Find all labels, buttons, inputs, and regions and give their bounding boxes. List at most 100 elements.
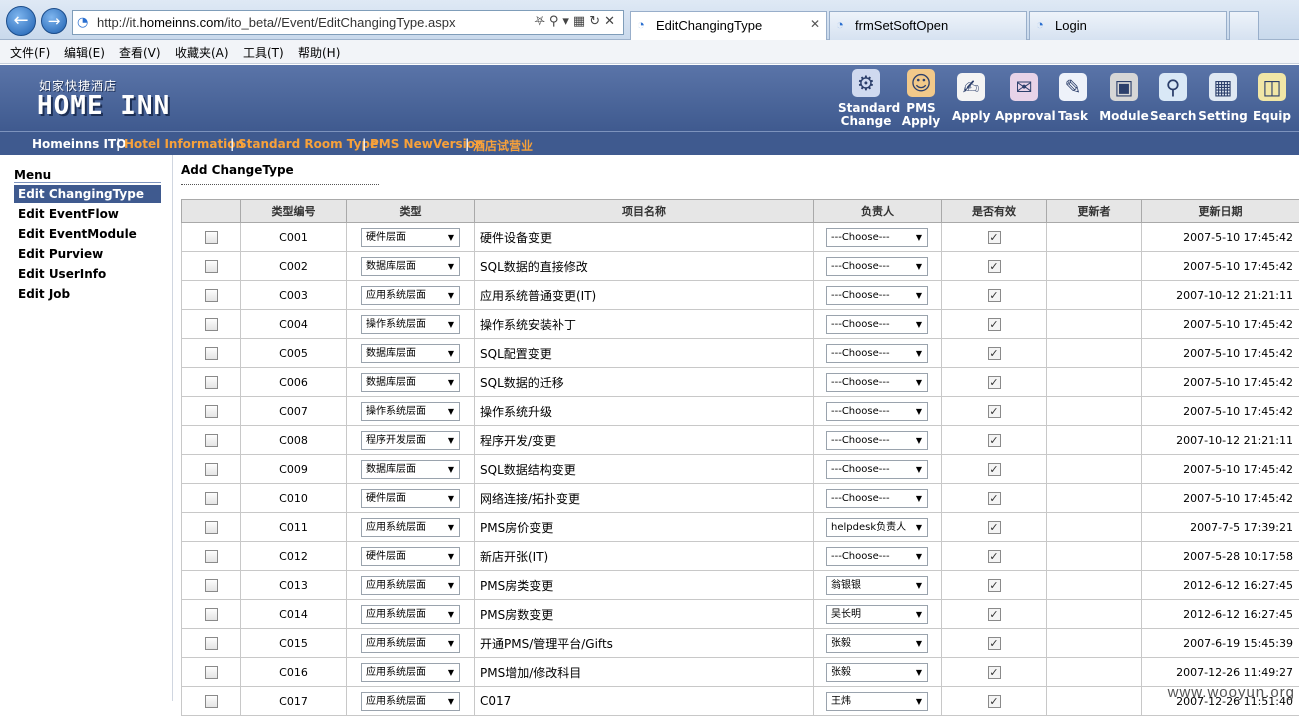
nav-equip[interactable]: ◫Equip [1251, 69, 1293, 131]
back-arrow-icon[interactable]: ← [6, 6, 36, 36]
owner-select[interactable]: 吴长明▼ [826, 605, 928, 624]
valid-checkbox[interactable]: ✓ [988, 376, 1001, 389]
sidebar-item[interactable]: Edit Job [14, 285, 161, 303]
type-select[interactable]: 应用系统层面▼ [361, 634, 460, 653]
row-select-checkbox[interactable] [205, 347, 218, 360]
valid-checkbox[interactable]: ✓ [988, 347, 1001, 360]
nav-apply[interactable]: ✍Apply [952, 69, 990, 131]
row-select-checkbox[interactable] [205, 608, 218, 621]
owner-select[interactable]: ---Choose---▼ [826, 257, 928, 276]
valid-checkbox[interactable]: ✓ [988, 579, 1001, 592]
menu-view[interactable]: 查看(V) [119, 44, 161, 61]
sidebar-item[interactable]: Edit EventFlow [14, 205, 161, 223]
type-select[interactable]: 应用系统层面▼ [361, 576, 460, 595]
valid-checkbox[interactable]: ✓ [988, 608, 1001, 621]
owner-select[interactable]: 张毅▼ [826, 663, 928, 682]
sidebar-item[interactable]: Edit Purview [14, 245, 161, 263]
forward-arrow-icon[interactable]: → [41, 8, 67, 34]
type-select[interactable]: 数据库层面▼ [361, 460, 460, 479]
type-select[interactable]: 硬件层面▼ [361, 547, 460, 566]
row-select-checkbox[interactable] [205, 405, 218, 418]
type-select[interactable]: 操作系统层面▼ [361, 315, 460, 334]
row-select-checkbox[interactable] [205, 376, 218, 389]
owner-select[interactable]: ---Choose---▼ [826, 344, 928, 363]
owner-select[interactable]: ---Choose---▼ [826, 431, 928, 450]
row-select-checkbox[interactable] [205, 492, 218, 505]
valid-checkbox[interactable]: ✓ [988, 318, 1001, 331]
owner-select[interactable]: ---Choose---▼ [826, 286, 928, 305]
type-select[interactable]: 程序开发层面▼ [361, 431, 460, 450]
menu-tools[interactable]: 工具(T) [243, 44, 284, 61]
menu-help[interactable]: 帮助(H) [298, 44, 340, 61]
valid-checkbox[interactable]: ✓ [988, 666, 1001, 679]
row-select-checkbox[interactable] [205, 434, 218, 447]
owner-select[interactable]: ---Choose---▼ [826, 547, 928, 566]
new-tab-button[interactable] [1229, 11, 1259, 40]
valid-checkbox[interactable]: ✓ [988, 521, 1001, 534]
menu-edit[interactable]: 编辑(E) [64, 44, 105, 61]
valid-checkbox[interactable]: ✓ [988, 434, 1001, 447]
row-select-checkbox[interactable] [205, 231, 218, 244]
row-select-checkbox[interactable] [205, 637, 218, 650]
nav-search[interactable]: ⚲Search [1150, 69, 1196, 131]
sidebar-item[interactable]: Edit EventModule [14, 225, 161, 243]
owner-select[interactable]: 翁银银▼ [826, 576, 928, 595]
homeinn-logo[interactable]: 如家快捷酒店 HOME INN [35, 77, 185, 122]
row-select-checkbox[interactable] [205, 521, 218, 534]
menu-file[interactable]: 文件(F) [10, 44, 50, 61]
valid-checkbox[interactable]: ✓ [988, 260, 1001, 273]
subnav-item[interactable]: Homeinns ITO [32, 137, 126, 151]
nav-standard-change[interactable]: ⚙StandardChange [838, 69, 894, 131]
owner-select[interactable]: ---Choose---▼ [826, 460, 928, 479]
owner-select[interactable]: ---Choose---▼ [826, 402, 928, 421]
owner-select[interactable]: ---Choose---▼ [826, 489, 928, 508]
row-select-checkbox[interactable] [205, 579, 218, 592]
owner-select[interactable]: helpdesk负责人▼ [826, 518, 928, 537]
nav-pms-apply[interactable]: ☺PMSApply [895, 69, 947, 131]
valid-checkbox[interactable]: ✓ [988, 463, 1001, 476]
valid-checkbox[interactable]: ✓ [988, 405, 1001, 418]
subnav-item[interactable]: Standard Room Type [238, 137, 378, 151]
row-select-checkbox[interactable] [205, 695, 218, 708]
row-select-checkbox[interactable] [205, 463, 218, 476]
valid-checkbox[interactable]: ✓ [988, 492, 1001, 505]
address-bar[interactable]: ◔ http://it.homeinns.com/ito_beta//Event… [72, 10, 624, 35]
type-select[interactable]: 应用系统层面▼ [361, 605, 460, 624]
type-select[interactable]: 应用系统层面▼ [361, 692, 460, 711]
type-select[interactable]: 硬件层面▼ [361, 489, 460, 508]
row-select-checkbox[interactable] [205, 260, 218, 273]
type-select[interactable]: 应用系统层面▼ [361, 518, 460, 537]
row-select-checkbox[interactable] [205, 318, 218, 331]
row-select-checkbox[interactable] [205, 289, 218, 302]
sidebar-item[interactable]: Edit ChangingType [14, 185, 161, 203]
tab-frmsetsoftopen[interactable]: ◔ frmSetSoftOpen [829, 11, 1027, 40]
type-select[interactable]: 操作系统层面▼ [361, 402, 460, 421]
subnav-item[interactable]: Hotel Information [124, 137, 244, 151]
type-select[interactable]: 硬件层面▼ [361, 228, 460, 247]
owner-select[interactable]: ---Choose---▼ [826, 315, 928, 334]
address-tools-icons[interactable]: ⛧⚲▾▦↻✕ [534, 14, 619, 29]
owner-select[interactable]: ---Choose---▼ [826, 373, 928, 392]
tab-editchangingtype[interactable]: ◔ EditChangingType ✕ [630, 11, 827, 40]
valid-checkbox[interactable]: ✓ [988, 695, 1001, 708]
valid-checkbox[interactable]: ✓ [988, 289, 1001, 302]
valid-checkbox[interactable]: ✓ [988, 550, 1001, 563]
nav-task[interactable]: ✎Task [1053, 69, 1093, 131]
tab-login[interactable]: ◔ Login [1029, 11, 1227, 40]
valid-checkbox[interactable]: ✓ [988, 637, 1001, 650]
menu-favorites[interactable]: 收藏夹(A) [175, 44, 229, 61]
row-select-checkbox[interactable] [205, 666, 218, 679]
type-select[interactable]: 数据库层面▼ [361, 257, 460, 276]
sidebar-item[interactable]: Edit UserInfo [14, 265, 161, 283]
valid-checkbox[interactable]: ✓ [988, 231, 1001, 244]
owner-select[interactable]: 张毅▼ [826, 634, 928, 653]
type-select[interactable]: 应用系统层面▼ [361, 286, 460, 305]
nav-module[interactable]: ▣Module [1099, 69, 1149, 131]
type-select[interactable]: 应用系统层面▼ [361, 663, 460, 682]
owner-select[interactable]: ---Choose---▼ [826, 228, 928, 247]
subnav-item[interactable]: 酒店试营业 [473, 137, 533, 154]
type-select[interactable]: 数据库层面▼ [361, 373, 460, 392]
nav-approval[interactable]: ✉Approval [995, 69, 1053, 131]
owner-select[interactable]: 王炜▼ [826, 692, 928, 711]
row-select-checkbox[interactable] [205, 550, 218, 563]
